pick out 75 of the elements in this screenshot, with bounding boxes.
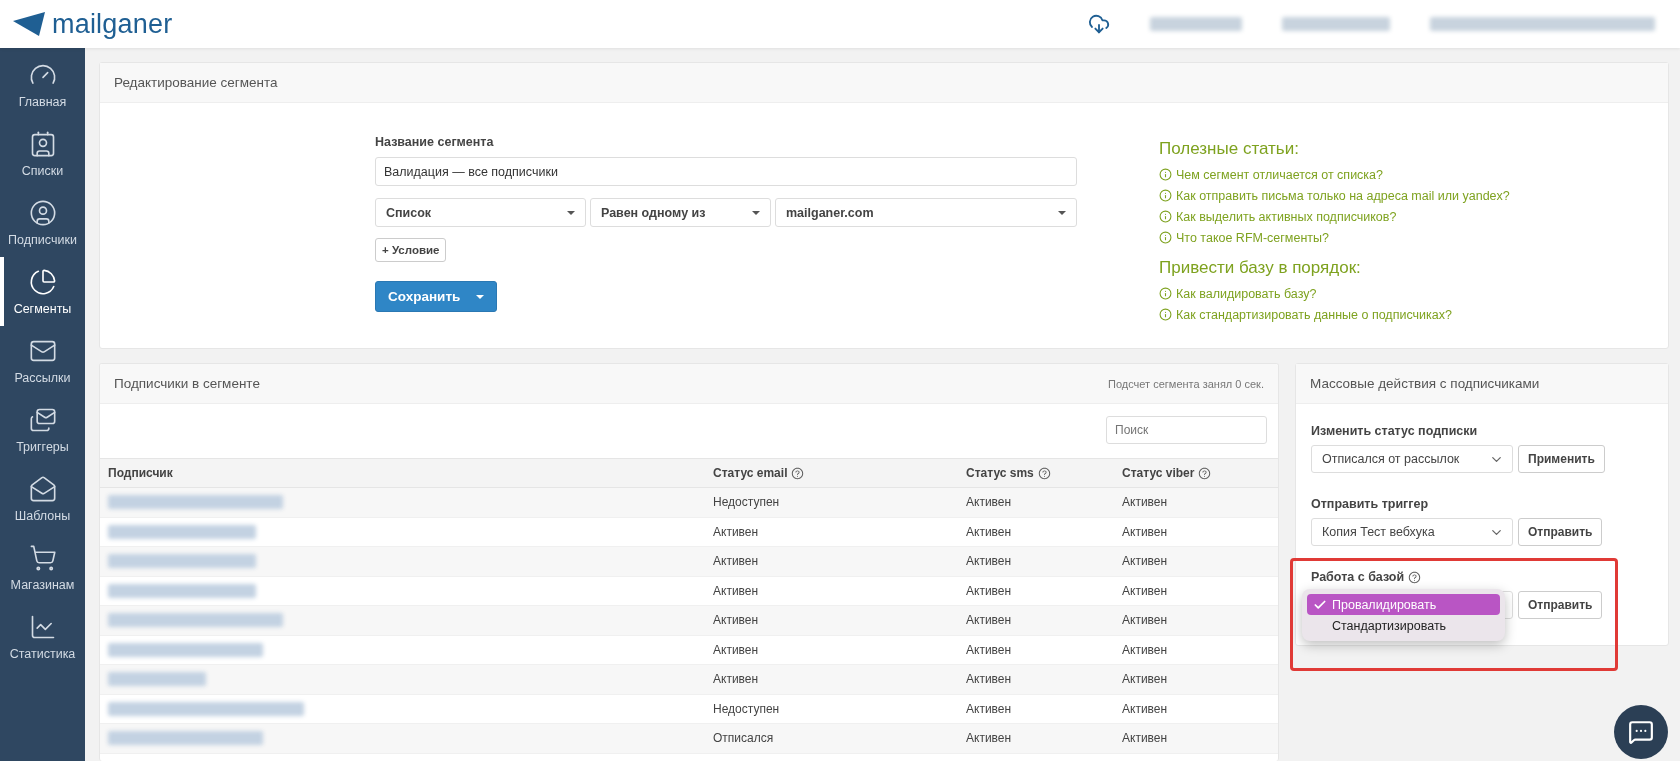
menu-option[interactable]: Провалидировать [1307, 594, 1500, 615]
menu-option[interactable]: Стандартизировать [1307, 615, 1500, 636]
table-cell: Активен [958, 606, 1114, 636]
logo-icon [12, 11, 46, 37]
send-button[interactable]: Применить [1518, 445, 1605, 473]
column-label: Статус sms [966, 466, 1034, 480]
help-icon[interactable] [1198, 466, 1212, 480]
info-icon [1159, 168, 1172, 181]
condition-select[interactable]: mailganer.com [775, 198, 1077, 227]
caret-icon [476, 294, 485, 299]
table-cell: Активен [958, 724, 1114, 754]
sidebar-item[interactable]: Списки [0, 119, 85, 188]
search-field[interactable]: Поиск [1106, 416, 1267, 444]
table-cell: Отписался [705, 724, 958, 754]
sidebar-item[interactable]: Подписчики [0, 188, 85, 257]
caret-icon [752, 210, 760, 215]
field-label: Название сегмента [375, 135, 495, 149]
action-select[interactable]: Копия Тест вебхука [1311, 518, 1513, 546]
card-title: Подписчики в сегменте [114, 376, 260, 391]
chat-icon [1628, 719, 1654, 745]
condition-select[interactable]: Равен одному из [590, 198, 771, 227]
condition-select[interactable]: Список [375, 198, 586, 227]
info-icon [1159, 231, 1172, 244]
info-icon [1159, 308, 1172, 321]
articles-heading: Привести базу в порядок: [1159, 258, 1362, 278]
info-icon [1159, 189, 1172, 202]
field-label: Отправить триггер [1311, 497, 1429, 511]
column-label: Подписчик [108, 466, 173, 480]
help-icon[interactable] [791, 466, 805, 480]
table-cell: Активен [705, 665, 958, 695]
table-cell: Активен [705, 606, 958, 636]
action-select[interactable]: Отписался от рассылок [1311, 445, 1513, 473]
sidebar-item[interactable]: Рассылки [0, 326, 85, 395]
table-cell: Активен [1114, 724, 1278, 754]
caret-icon [1058, 210, 1066, 215]
open-envelope-icon [28, 474, 57, 503]
timing-text: Подсчет сегмента занял 0 сек. [1108, 377, 1264, 390]
logo-text: mailganer [52, 8, 173, 40]
table-cell: Активен [958, 488, 1114, 518]
send-button[interactable]: Отправить [1518, 591, 1603, 619]
table-cell: Активен [1114, 606, 1278, 636]
table-cell: Активен [958, 665, 1114, 695]
articles-heading: Полезные статьи: [1159, 139, 1300, 159]
sidebar-item[interactable]: Главная [0, 50, 85, 119]
field-label: Работа с базой [1311, 570, 1405, 584]
column-label: Статус email [713, 466, 788, 480]
table-cell: Активен [1114, 488, 1278, 518]
info-icon [1159, 210, 1172, 223]
sidebar-item[interactable]: Магазинам [0, 533, 85, 602]
info-icon [1159, 287, 1172, 300]
sidebar-item[interactable]: Статистика [0, 602, 85, 671]
card-title: Массовые действия с подписчиками [1310, 376, 1540, 391]
table-cell: Недоступен [705, 488, 958, 518]
user-icon [28, 198, 57, 227]
segment-name-field[interactable]: Валидация — все подписчики [375, 157, 1077, 186]
help-icon[interactable] [1408, 570, 1422, 584]
save-button[interactable]: Сохранить [375, 281, 498, 312]
field-label: Изменить статус подписки [1311, 424, 1478, 438]
sidebar-item[interactable]: Триггеры [0, 395, 85, 464]
pie-chart-icon [28, 267, 57, 296]
help-icon[interactable] [1037, 466, 1051, 480]
table-cell: Активен [1114, 665, 1278, 695]
column-label: Статус viber [1122, 466, 1195, 480]
caret-icon [567, 210, 575, 215]
sidebar-item[interactable]: Сегменты [0, 257, 85, 326]
card-title: Редактирование сегмента [114, 75, 278, 90]
cloud-download-icon[interactable] [1088, 13, 1110, 35]
chat-button[interactable] [1614, 705, 1668, 759]
send-button[interactable]: Отправить [1518, 518, 1603, 546]
add-condition-button[interactable]: + Условие [375, 238, 447, 262]
table-cell: Активен [1114, 547, 1278, 577]
sidebar-item[interactable]: Шаблоны [0, 464, 85, 533]
table-cell: Активен [958, 547, 1114, 577]
table-cell: Активен [705, 547, 958, 577]
cart-icon [28, 543, 57, 572]
